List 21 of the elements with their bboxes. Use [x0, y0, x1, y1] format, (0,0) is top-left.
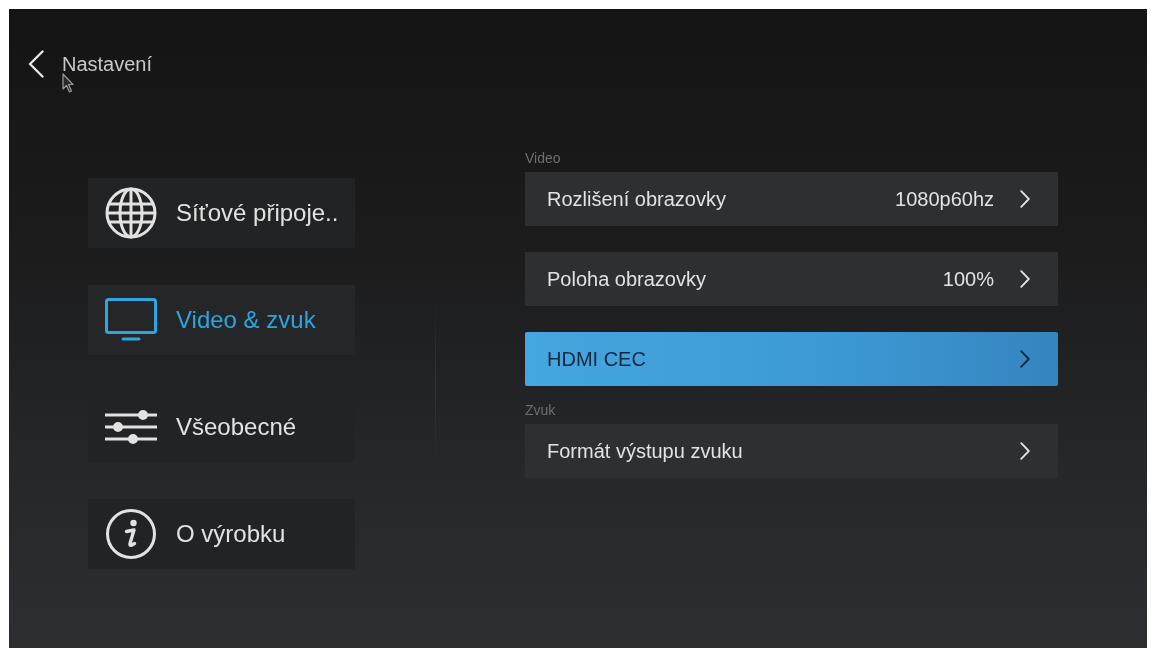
sidebar-item[interactable]: Síťové připoje..	[88, 178, 355, 248]
tv-icon	[105, 298, 157, 342]
settings-row[interactable]: Poloha obrazovky 100%	[525, 252, 1058, 306]
info-icon	[105, 508, 157, 560]
back-button[interactable]	[28, 50, 44, 78]
sidebar-item[interactable]: O výrobku	[88, 499, 355, 569]
chevron-right-icon	[1020, 190, 1030, 208]
back-icon	[28, 50, 44, 78]
settings-row[interactable]: Formát výstupu zvuku	[525, 424, 1058, 478]
settings-row[interactable]: Rozlišení obrazovky 1080p60hz	[525, 172, 1058, 226]
chevron-right-icon	[1020, 270, 1030, 288]
sliders-icon	[105, 409, 157, 445]
globe-icon	[105, 187, 157, 239]
settings-row[interactable]: HDMI CEC	[525, 332, 1058, 386]
section-title: Video	[525, 150, 562, 166]
section-title: Zvuk	[525, 402, 557, 418]
chevron-right-icon	[1020, 442, 1030, 460]
page-title: Nastavení	[62, 52, 153, 76]
chevron-right-icon	[1020, 350, 1030, 368]
pointer-icon	[62, 73, 74, 93]
sidebar-item[interactable]: Video & zvuk	[88, 285, 355, 355]
